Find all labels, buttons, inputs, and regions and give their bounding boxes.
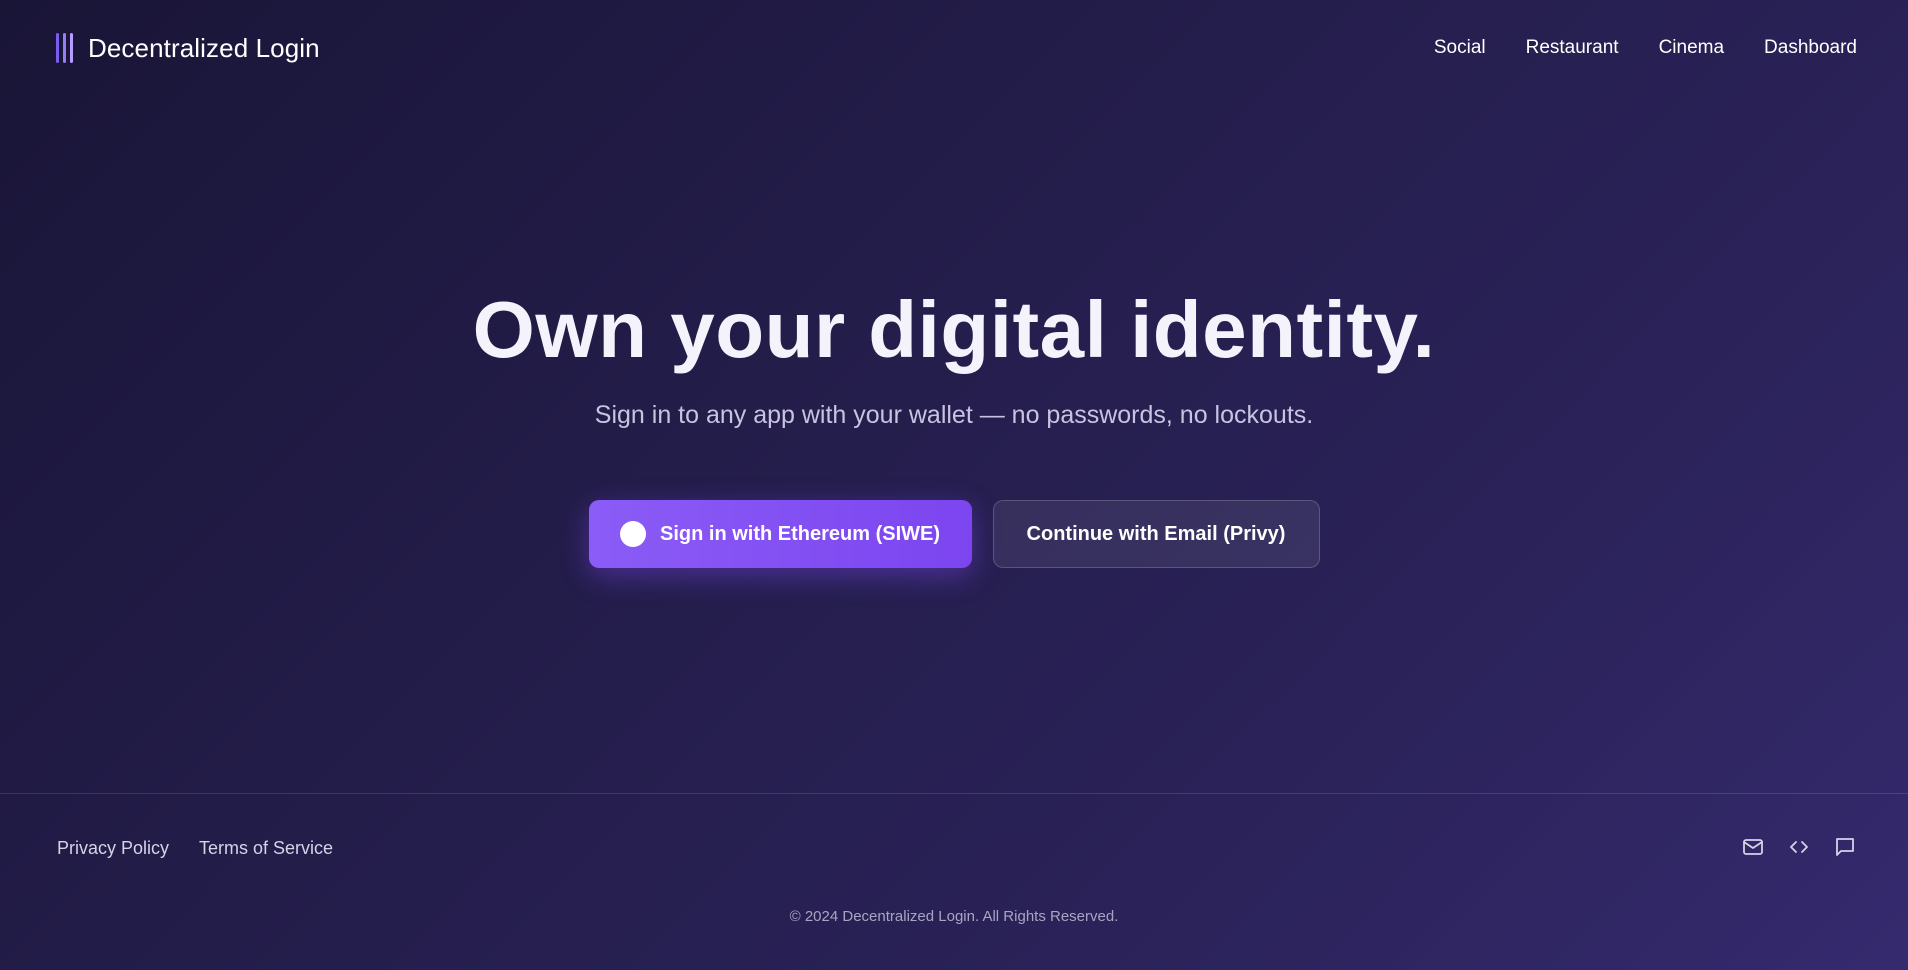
continue-email-label: Continue with Email (Privy) — [1026, 522, 1286, 545]
chat-icon[interactable] — [1832, 834, 1858, 860]
code-icon[interactable] — [1786, 834, 1812, 860]
privacy-policy-link[interactable]: Privacy Policy — [57, 836, 169, 860]
hero-subtitle: Sign in to any app with your wallet — no… — [594, 401, 1314, 429]
ethereum-dot-icon — [620, 521, 646, 547]
mail-icon[interactable] — [1740, 834, 1766, 860]
copyright-text: © 2024 Decentralized Login. All Rights R… — [789, 908, 1119, 925]
cta-row: Sign in with Ethereum (SIWE) Continue wi… — [0, 500, 1908, 568]
sign-in-ethereum-label: Sign in with Ethereum (SIWE) — [660, 522, 940, 545]
nav-link-dashboard[interactable]: Dashboard — [1764, 34, 1857, 62]
nav-link-cinema[interactable]: Cinema — [1659, 34, 1724, 62]
continue-email-button[interactable]: Continue with Email (Privy) — [992, 500, 1320, 568]
nav-link-restaurant[interactable]: Restaurant — [1526, 34, 1619, 62]
brand[interactable]: Decentralized Login — [56, 32, 320, 64]
nav-link-social[interactable]: Social — [1434, 34, 1486, 62]
logo-bars-icon — [56, 33, 74, 63]
footer-divider — [0, 793, 1908, 794]
footer-links: Privacy Policy Terms of Service — [57, 836, 333, 860]
brand-name: Decentralized Login — [88, 32, 320, 63]
hero-section: Own your digital identity. Sign in to an… — [0, 280, 1908, 432]
hero-title: Own your digital identity. — [472, 285, 1436, 374]
sign-in-ethereum-button[interactable]: Sign in with Ethereum (SIWE) — [588, 500, 972, 568]
terms-of-service-link[interactable]: Terms of Service — [199, 836, 333, 860]
site-header: Decentralized Login Social Restaurant Ci… — [0, 0, 1908, 96]
main-nav: Social Restaurant Cinema Dashboard — [1434, 34, 1857, 62]
footer-icons — [1740, 834, 1858, 860]
